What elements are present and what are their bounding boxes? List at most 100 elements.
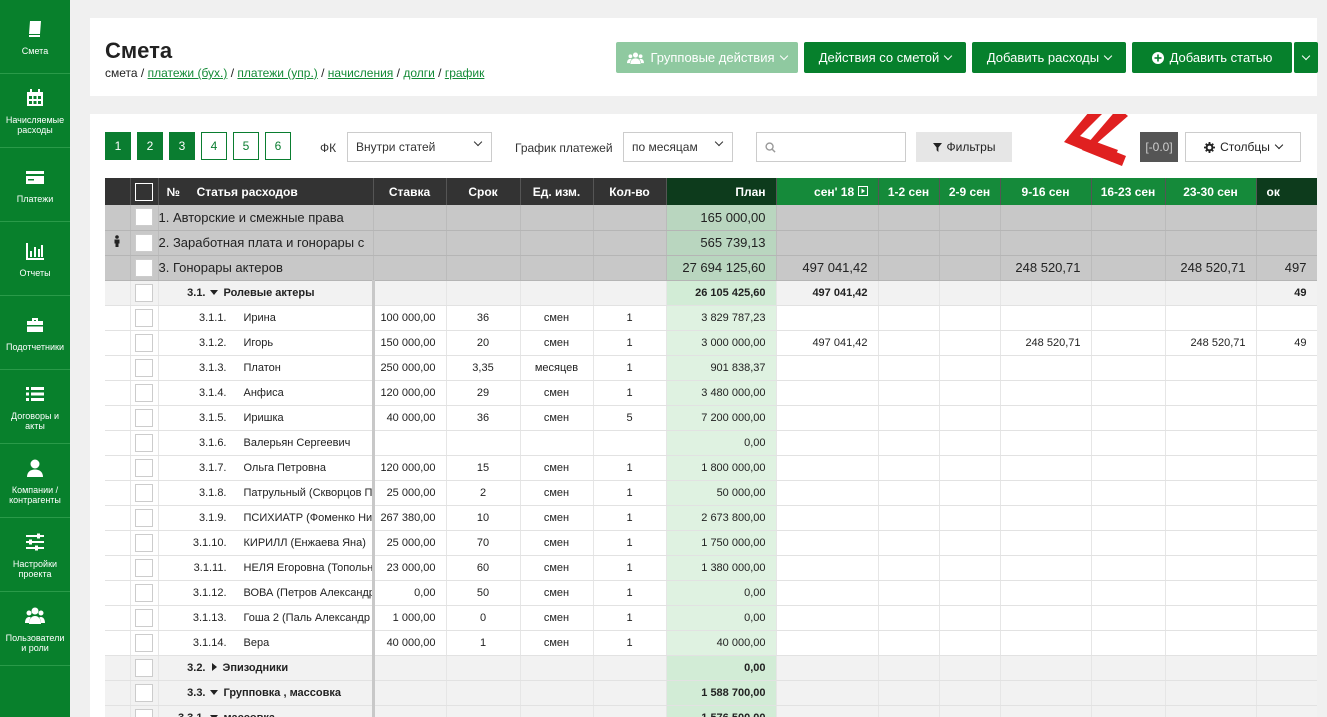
unit-cell[interactable] xyxy=(520,430,594,456)
item-label[interactable]: 3.1.13. Гоша 2 (Паль Александр Вла xyxy=(158,605,374,631)
unit-cell[interactable]: смен xyxy=(520,555,594,581)
header-rate[interactable]: Ставка xyxy=(373,178,447,205)
table-row[interactable]: 3.1.11. НЕЛЯ Егоровна (Топольниц 23 000,00… xyxy=(105,555,1317,581)
estimate-actions-button[interactable]: Действия со сметой xyxy=(804,42,966,73)
qty-cell[interactable]: 1 xyxy=(593,380,667,406)
rate-cell[interactable]: 40 000,00 xyxy=(371,630,447,656)
sidebar-item-estimate[interactable]: Смета xyxy=(0,0,70,74)
unit-cell[interactable]: смен xyxy=(520,380,594,406)
row-checkbox[interactable] xyxy=(135,683,153,702)
unit-cell[interactable]: смен xyxy=(520,305,594,331)
qty-cell[interactable]: 1 xyxy=(593,580,667,606)
row-select-cell[interactable] xyxy=(130,555,159,581)
unit-cell[interactable]: смен xyxy=(520,455,594,481)
search-input[interactable] xyxy=(756,132,906,162)
qty-cell[interactable]: 1 xyxy=(593,305,667,331)
item-label[interactable]: 3.1.7. Ольга Петровна xyxy=(158,455,374,481)
term-cell[interactable]: 0 xyxy=(446,605,521,631)
row-select-cell[interactable] xyxy=(130,480,159,506)
unit-cell[interactable]: смен xyxy=(520,480,594,506)
page-button-3[interactable]: 3 xyxy=(169,132,195,160)
qty-cell[interactable]: 1 xyxy=(593,355,667,381)
row-checkbox[interactable] xyxy=(135,608,153,627)
row-select-cell[interactable] xyxy=(130,580,159,606)
table-row[interactable]: 3.1.9.ПСИХИАТР (Фоменко Никол267 380,00 1… xyxy=(105,505,1317,531)
table-row-subcategory[interactable]: 3.1. Ролевые актеры 26 105 425,60 497 041,4… xyxy=(105,280,1317,306)
header-select-all[interactable] xyxy=(130,178,159,205)
page-button-5[interactable]: 5 xyxy=(233,132,259,160)
item-label[interactable]: 3.1.10. КИРИЛЛ (Енжаева Яна) xyxy=(158,530,374,556)
breadcrumb-link-schedule[interactable]: график xyxy=(445,66,485,80)
collapsed-caret-icon[interactable] xyxy=(211,663,217,672)
row-checkbox[interactable] xyxy=(135,483,153,502)
qty-cell[interactable]: 1 xyxy=(593,455,667,481)
table-row[interactable]: 3.1.8. Патрульный (Скворцов Петр25 000,00… xyxy=(105,480,1317,506)
row-select-cell[interactable] xyxy=(130,455,159,481)
term-cell[interactable]: 1 xyxy=(446,630,521,656)
breadcrumb-link-payments-mgmt[interactable]: платежи (упр.) xyxy=(237,66,317,80)
term-cell[interactable]: 70 xyxy=(446,530,521,556)
table-row[interactable]: 3.1.13. Гоша 2 (Паль Александр Вла1 000,0… xyxy=(105,605,1317,631)
item-label[interactable]: 3.1.9. ПСИХИАТР (Фоменко Никол xyxy=(158,505,374,531)
row-checkbox[interactable] xyxy=(135,258,153,277)
term-cell[interactable]: 2 xyxy=(446,480,521,506)
row-select-cell[interactable] xyxy=(130,230,159,256)
row-checkbox[interactable] xyxy=(135,333,153,352)
row-checkbox[interactable] xyxy=(135,283,153,302)
term-cell[interactable]: 15 xyxy=(446,455,521,481)
rate-cell[interactable]: 25 000,00 xyxy=(371,480,447,506)
subcategory-label[interactable]: 3.3.1. массовка xyxy=(158,705,374,717)
rate-cell[interactable]: 40 000,00 xyxy=(371,405,447,431)
expanded-caret-icon[interactable] xyxy=(209,689,218,695)
row-checkbox[interactable] xyxy=(135,458,153,477)
unit-cell[interactable]: смен xyxy=(520,405,594,431)
group-actions-button[interactable]: Групповые действия xyxy=(616,42,798,73)
row-select-cell[interactable] xyxy=(130,305,159,331)
add-item-button[interactable]: Добавить статью xyxy=(1132,42,1292,73)
row-select-cell[interactable] xyxy=(130,705,159,717)
category-label[interactable]: 2. Заработная плата и гонорары с xyxy=(158,230,374,256)
table-row-subcategory[interactable]: 3.2. Эпизодники 0,00 xyxy=(105,655,1317,681)
page-button-6[interactable]: 6 xyxy=(265,132,291,160)
row-select-cell[interactable] xyxy=(130,355,159,381)
term-cell[interactable] xyxy=(446,430,521,456)
table-row-category[interactable]: 2. Заработная плата и гонорары с 565 739,… xyxy=(105,230,1317,256)
breadcrumb-link-debts[interactable]: долги xyxy=(403,66,435,80)
header-article[interactable]: № Статья расходов xyxy=(158,178,374,205)
table-row[interactable]: 3.1.1. Ирина 100 000,00 36 смен 1 3 829 787,23 xyxy=(105,305,1317,331)
rate-cell[interactable] xyxy=(371,430,447,456)
category-label[interactable]: 3. Гонорары актеров xyxy=(158,255,374,281)
rate-cell[interactable]: 150 000,00 xyxy=(371,330,447,356)
table-row[interactable]: 3.1.3. Платон 250 000,00 3,35 месяцев 1 901 83… xyxy=(105,355,1317,381)
item-label[interactable]: 3.1.14. Вера xyxy=(158,630,374,656)
qty-cell[interactable]: 1 xyxy=(593,330,667,356)
table-row[interactable]: 3.1.6. Валерьян Сергеевич 0,00 xyxy=(105,430,1317,456)
category-label[interactable]: 1. Авторские и смежные права xyxy=(158,205,374,231)
rate-cell[interactable]: 267 380,00 xyxy=(371,505,447,531)
sidebar-item-contracts[interactable]: Договоры и акты xyxy=(0,370,70,444)
row-select-cell[interactable] xyxy=(130,505,159,531)
unit-cell[interactable]: смен xyxy=(520,605,594,631)
qty-cell[interactable]: 1 xyxy=(593,530,667,556)
breadcrumb-link-accruals[interactable]: начисления xyxy=(328,66,394,80)
sidebar-item-accountables[interactable]: Подотчетники xyxy=(0,296,70,370)
row-select-cell[interactable] xyxy=(130,655,159,681)
sidebar-item-reports[interactable]: Отчеты xyxy=(0,222,70,296)
qty-cell[interactable]: 1 xyxy=(593,505,667,531)
header-week-3[interactable]: 9-16 сен xyxy=(1000,178,1092,205)
page-button-1[interactable]: 1 xyxy=(105,132,131,160)
row-select-cell[interactable] xyxy=(130,280,159,306)
schedule-select[interactable]: по месяцам xyxy=(623,132,733,162)
subcategory-label[interactable]: 3.3. Групповка , массовка xyxy=(158,680,374,706)
item-label[interactable]: 3.1.12. ВОВА (Петров Александр) xyxy=(158,580,374,606)
row-checkbox[interactable] xyxy=(135,433,153,452)
add-expenses-button[interactable]: Добавить расходы xyxy=(972,42,1126,73)
sidebar-item-companies[interactable]: Компании / контрагенты xyxy=(0,444,70,518)
term-cell[interactable]: 20 xyxy=(446,330,521,356)
table-row-subcategory[interactable]: 3.3.1. массовка 1 576 500,00 xyxy=(105,705,1317,717)
row-select-cell[interactable] xyxy=(130,330,159,356)
table-row[interactable]: 3.1.14. Вера 40 000,00 1 смен 1 40 000,00 xyxy=(105,630,1317,656)
qty-cell[interactable]: 1 xyxy=(593,555,667,581)
unit-cell[interactable]: смен xyxy=(520,505,594,531)
row-checkbox[interactable] xyxy=(135,383,153,402)
